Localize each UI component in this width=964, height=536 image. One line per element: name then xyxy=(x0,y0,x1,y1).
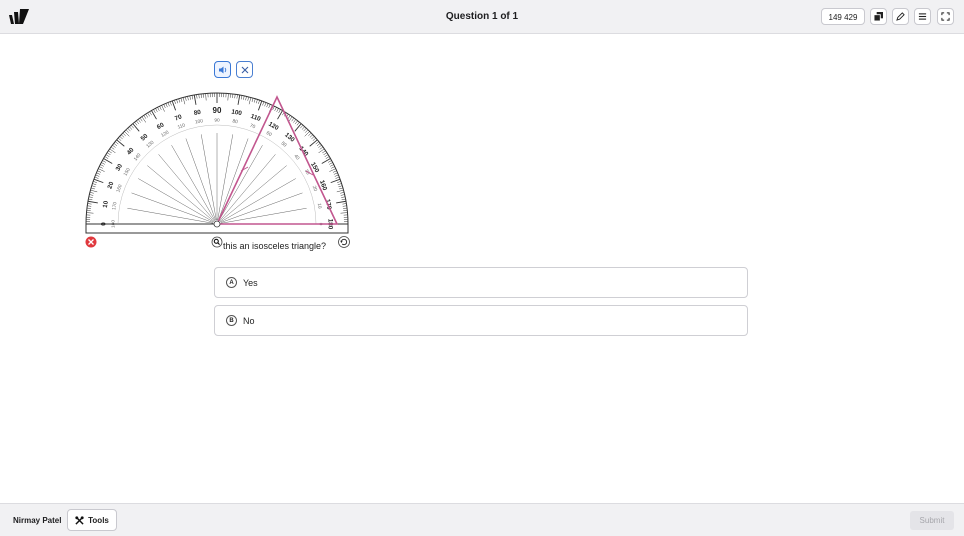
question-text: this an isosceles triangle? xyxy=(223,241,326,251)
option-letter: A xyxy=(226,277,237,288)
fullscreen-icon xyxy=(941,12,950,21)
fullscreen-button[interactable] xyxy=(937,8,954,25)
score-counter: 149 429 xyxy=(821,8,865,25)
pencil-icon xyxy=(896,12,905,21)
copy-button[interactable] xyxy=(870,8,887,25)
close-reader-button[interactable] xyxy=(236,61,253,78)
tools-icon xyxy=(75,516,84,525)
protractor-center-point xyxy=(214,221,220,227)
answer-option-a[interactable]: A Yes xyxy=(214,267,748,298)
inner-scale-label: 180 xyxy=(110,220,116,228)
submit-button[interactable]: Submit xyxy=(910,511,954,530)
outer-scale-label: 0 xyxy=(101,222,108,226)
pencil-button[interactable] xyxy=(892,8,909,25)
option-letter: B xyxy=(226,315,237,326)
protractor-rotate-handle[interactable] xyxy=(339,237,350,248)
close-icon xyxy=(240,65,250,75)
speaker-icon xyxy=(218,65,228,75)
option-text: Yes xyxy=(243,278,258,288)
bottom-bar: Nirmay Patel Tools Submit xyxy=(0,503,964,536)
user-name: Nirmay Patel xyxy=(13,516,61,525)
protractor-move-handle[interactable] xyxy=(212,237,222,247)
menu-icon xyxy=(918,12,927,21)
tools-button[interactable]: Tools xyxy=(67,509,117,531)
close-protractor-button[interactable] xyxy=(86,237,97,248)
inner-scale-label: 90 xyxy=(214,117,220,123)
protractor-tool[interactable]: 0102030405060708090100110120130140150160… xyxy=(86,93,350,253)
top-bar: Question 1 of 1 149 429 xyxy=(0,0,964,34)
answer-option-b[interactable]: B No xyxy=(214,305,748,336)
tools-label: Tools xyxy=(88,516,109,525)
outer-scale-label: 90 xyxy=(213,106,222,115)
read-aloud-button[interactable] xyxy=(214,61,231,78)
option-text: No xyxy=(243,316,255,326)
menu-button[interactable] xyxy=(914,8,931,25)
question-counter-title: Question 1 of 1 xyxy=(0,11,964,22)
copy-icon xyxy=(874,12,883,21)
